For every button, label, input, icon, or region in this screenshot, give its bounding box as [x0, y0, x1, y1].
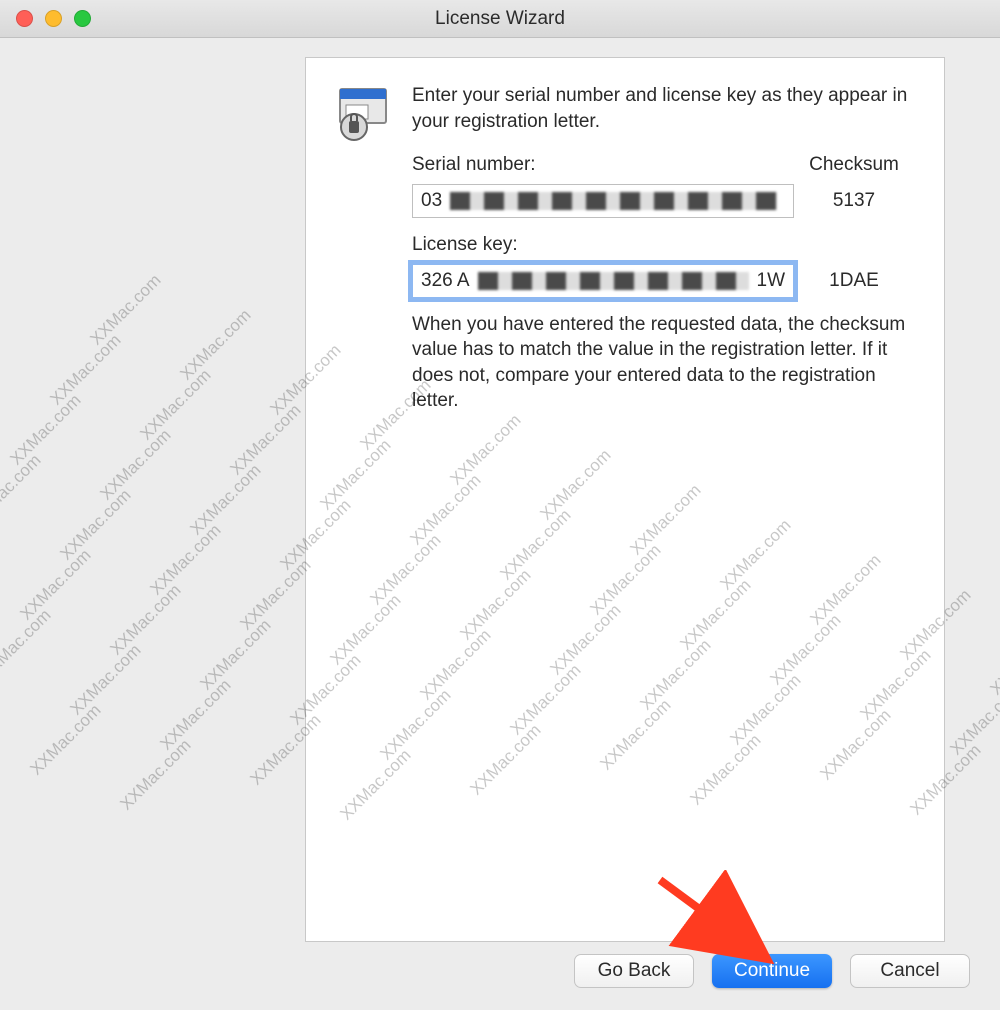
watermark-text: XXMac.com [136, 366, 215, 445]
watermark-text: XXMac.com [986, 621, 1000, 700]
license-key-field[interactable]: 326 A 1W [412, 264, 794, 298]
watermark-text: XXMac.com [146, 521, 225, 600]
watermark-text: XXMac.com [186, 461, 265, 540]
serial-number-label: Serial number: [412, 152, 794, 178]
watermark-text: XXMac.com [46, 331, 125, 410]
watermark-text: XXMac.com [86, 271, 165, 350]
watermark-text: XXMac.com [96, 426, 175, 505]
wizard-panel: Enter your serial number and license key… [305, 57, 945, 942]
watermark-text: XXMac.com [156, 676, 235, 755]
continue-button[interactable]: Continue [712, 954, 832, 988]
instruction-text: Enter your serial number and license key… [412, 83, 914, 134]
window-title: License Wizard [0, 8, 1000, 30]
watermark-text: XXMac.com [116, 736, 195, 815]
watermark-text: XXMac.com [106, 581, 185, 660]
help-text: When you have entered the requested data… [412, 312, 914, 415]
serial-number-visible-text: 03 [421, 188, 442, 214]
watermark-text: XXMac.com [176, 306, 255, 385]
license-key-visible-text: 326 A [421, 268, 470, 294]
license-key-checksum: 1DAE [794, 268, 914, 294]
watermark-text: XXMac.com [196, 616, 275, 695]
watermark-text: XXMac.com [946, 681, 1000, 760]
serial-number-redacted [450, 192, 777, 210]
watermark-text: XXMac.com [236, 556, 315, 635]
watermark-text: XXMac.com [26, 701, 105, 780]
license-key-label: License key: [412, 232, 794, 258]
button-bar: Go Back Continue Cancel [574, 954, 970, 988]
serial-number-field[interactable]: 03 [412, 184, 794, 218]
watermark-text: XXMac.com [16, 546, 95, 625]
watermark-text: XXMac.com [6, 391, 85, 470]
watermark-text: XXMac.com [66, 641, 145, 720]
license-key-redacted [478, 272, 749, 290]
license-app-icon [336, 83, 394, 141]
license-wizard-window: License Wizard Enter your serial number … [0, 0, 1000, 1010]
watermark-text: XXMac.com [226, 401, 305, 480]
watermark-text: XXMac.com [0, 451, 45, 530]
license-key-suffix-text: 1W [757, 268, 786, 294]
serial-number-checksum: 5137 [794, 188, 914, 214]
watermark-text: XXMac.com [56, 486, 135, 565]
checksum-header: Checksum [794, 152, 914, 178]
watermark-text: XXMac.com [0, 606, 55, 685]
title-bar: License Wizard [0, 0, 1000, 38]
go-back-button[interactable]: Go Back [574, 954, 694, 988]
cancel-button[interactable]: Cancel [850, 954, 970, 988]
